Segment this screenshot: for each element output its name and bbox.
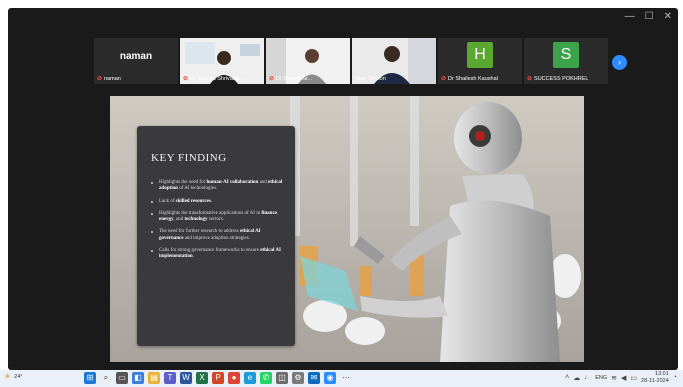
notification-icon[interactable]: ◔ — [673, 374, 677, 381]
settings-icon[interactable]: ⚙ — [292, 372, 304, 384]
key-finding-item: Highlights the need for human-AI collabo… — [151, 180, 286, 193]
avatar: H — [467, 42, 493, 68]
key-finding-list: Highlights the need for human-AI collabo… — [151, 180, 286, 267]
whatsapp-icon[interactable]: ✆ — [260, 372, 272, 384]
slide-title: KEY FINDING — [151, 152, 227, 164]
bullet-text: of AI technologies. — [177, 186, 218, 192]
bullet-text: and improve adoption strategies. — [183, 235, 250, 241]
weather-widget[interactable]: ☀ 24° — [4, 372, 23, 381]
word-icon[interactable]: W — [180, 372, 192, 384]
bullet-text: . — [192, 254, 194, 260]
mic-muted-icon: ⊘ — [441, 76, 447, 82]
zoom-meeting-window: — ☐ ✕ naman ⊘ naman ⊘ Dr Sushita Shrivas… — [8, 8, 678, 370]
key-finding-item: Calls for strong governance frameworks t… — [151, 248, 286, 261]
teams-icon[interactable]: T — [164, 372, 176, 384]
maximize-icon[interactable]: ☐ — [645, 10, 654, 24]
participant-tile[interactable]: ⊘ Dr Sushita Shrivasta... — [180, 38, 264, 84]
participant-tile[interactable]: H ⊘ Dr Shailesh Kaushal — [438, 38, 522, 84]
system-tray: ˄ ☁ ♩ ENG ≋ ◀ ▭ 13:01 28-11-2024 ◔ — [565, 371, 677, 384]
bullet-text: , — [276, 210, 279, 216]
clock[interactable]: 13:01 28-11-2024 — [641, 371, 669, 384]
participant-strip: naman ⊘ naman ⊘ Dr Sushita Shrivasta... — [94, 38, 608, 84]
bullet-text: Highlights the transformative applicatio… — [159, 210, 262, 216]
weather-icon: ☀ — [4, 372, 12, 381]
participant-name: Dr Sushita Shrivasta... — [190, 75, 245, 82]
participant-name: Dr Suman Sr... — [276, 75, 313, 82]
bullet-text: , and — [173, 217, 185, 223]
cloud-icon[interactable]: ☁ — [573, 374, 580, 382]
key-finding-item: The need for further research to address… — [151, 229, 286, 242]
participant-tile[interactable]: ⊘ Dr Suman Sr... — [266, 38, 350, 84]
window-controls: — ☐ ✕ — [625, 10, 672, 24]
participant-name: SUCCESS POKHREL — [534, 75, 589, 82]
bullet-text: and — [258, 180, 269, 185]
mic-muted-icon: ⊘ — [97, 76, 103, 82]
taskbar-apps: ⊞ ⌕ ▭ ◧ ▤ T W X P ● e ✆ ◫ ⚙ ✉ ◉ ⋯ — [84, 372, 352, 384]
weather-temp: 24° — [14, 373, 23, 380]
volume-icon[interactable]: ◀ — [621, 374, 626, 382]
bullet-text: Calls for strong governance frameworks t… — [159, 248, 261, 254]
wifi-icon[interactable]: ≋ — [611, 374, 617, 382]
file-explorer-icon[interactable]: ▤ — [148, 372, 160, 384]
bullet-text: Lack of — [159, 198, 176, 204]
emphasis-text: technology — [184, 217, 208, 223]
participant-label: Neel Tandon — [355, 76, 434, 82]
mic-muted-icon: ⊘ — [527, 76, 533, 82]
participant-label: ⊘ Dr Sushita Shrivasta... — [183, 75, 262, 83]
emphasis-text: energy — [159, 217, 174, 223]
bullet-text: The need for further research to address — [159, 229, 240, 235]
participant-tile[interactable]: naman ⊘ naman — [94, 38, 178, 84]
emphasis-text: finance — [261, 210, 277, 216]
emphasis-text: skilled resources — [175, 198, 211, 204]
participant-label: ⊘ Dr Shailesh Kaushal — [441, 75, 520, 83]
bullet-text: sectors. — [207, 217, 224, 223]
clock-date: 28-11-2024 — [641, 377, 669, 384]
participant-label: ⊘ SUCCESS POKHREL — [527, 75, 606, 83]
participant-tile[interactable]: S ⊘ SUCCESS POKHREL — [524, 38, 608, 84]
participant-display-name: naman — [119, 51, 153, 62]
key-finding-item: Lack of skilled resources. — [151, 199, 286, 205]
avatar: S — [553, 42, 579, 68]
widgets-icon[interactable]: ◧ — [132, 372, 144, 384]
participant-label: ⊘ Dr Suman Sr... — [269, 75, 348, 83]
powerpoint-icon[interactable]: P — [212, 372, 224, 384]
language-indicator[interactable]: ENG — [595, 375, 607, 381]
bullet-text: . — [210, 198, 213, 204]
windows-taskbar: ☀ 24° ⊞ ⌕ ▭ ◧ ▤ T W X P ● e ✆ ◫ ⚙ ✉ ◉ ⋯ … — [0, 370, 683, 387]
edge-icon[interactable]: e — [244, 372, 256, 384]
emphasis-text: human-AI collaboration — [206, 180, 259, 185]
participant-name: naman — [104, 75, 121, 82]
participant-label: ⊘ naman — [97, 75, 176, 83]
chrome-icon[interactable]: ● — [228, 372, 240, 384]
task-view-icon[interactable]: ▭ — [116, 372, 128, 384]
more-icon[interactable]: ⋯ — [340, 372, 352, 384]
minimize-icon[interactable]: — — [625, 10, 635, 24]
mic-muted-icon: ⊘ — [183, 76, 189, 82]
store-icon[interactable]: ◫ — [276, 372, 288, 384]
excel-icon[interactable]: X — [196, 372, 208, 384]
search-icon[interactable]: ⌕ — [100, 372, 112, 384]
participant-tile-active-speaker[interactable]: Neel Tandon — [352, 38, 436, 84]
key-finding-item: Highlights the transformative applicatio… — [151, 211, 286, 224]
next-participants-icon[interactable]: › — [612, 55, 627, 70]
participant-name: Dr Shailesh Kaushal — [448, 75, 498, 82]
zoom-icon[interactable]: ◉ — [324, 372, 336, 384]
microphone-icon[interactable]: ♩ — [584, 374, 591, 381]
chevron-up-icon[interactable]: ˄ — [565, 374, 569, 381]
mic-muted-icon: ⊘ — [269, 76, 275, 82]
close-icon[interactable]: ✕ — [664, 10, 672, 24]
shared-screen-slide: KEY FINDING Highlights the need for huma… — [110, 96, 584, 362]
participant-name: Neel Tandon — [355, 76, 386, 82]
battery-icon[interactable]: ▭ — [630, 374, 637, 382]
mail-icon[interactable]: ✉ — [308, 372, 320, 384]
key-finding-card: KEY FINDING Highlights the need for huma… — [137, 126, 295, 346]
start-icon[interactable]: ⊞ — [84, 372, 96, 384]
bullet-text: Highlights the need for — [159, 180, 207, 185]
